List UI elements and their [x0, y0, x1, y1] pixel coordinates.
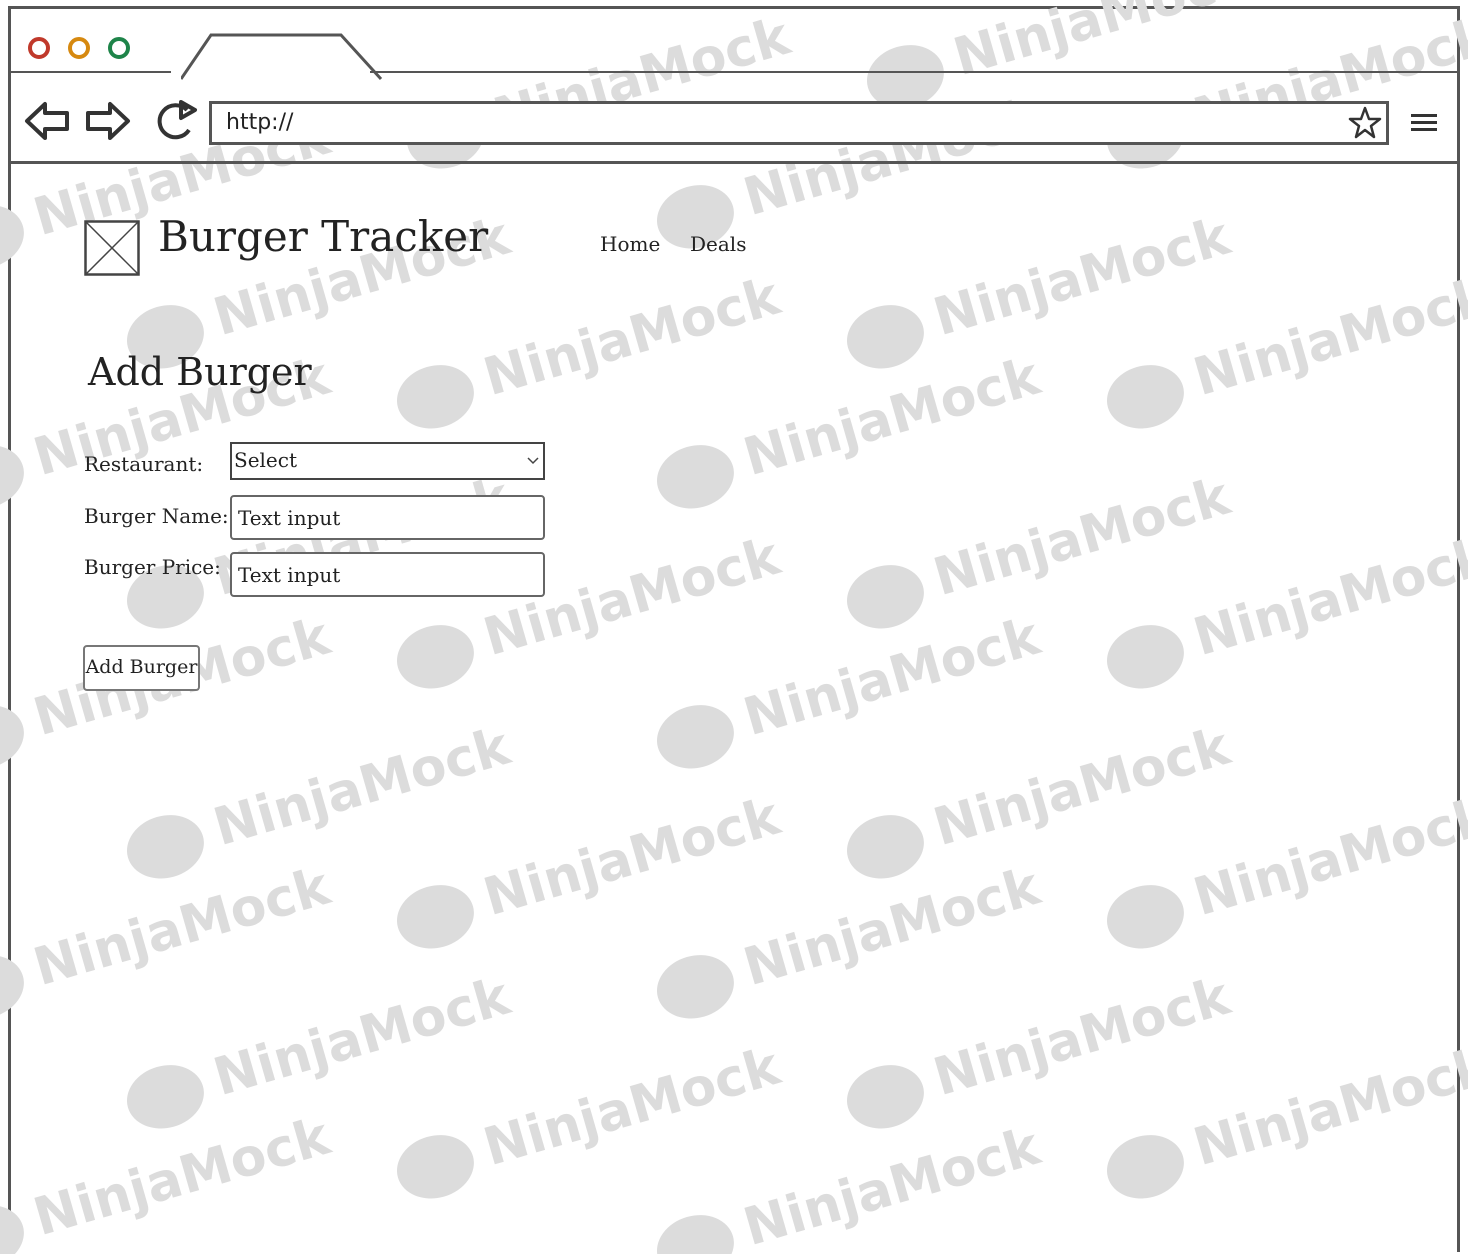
- nav-link-deals[interactable]: Deals: [690, 232, 746, 256]
- restaurant-select-value: Select: [234, 448, 298, 472]
- page-title: Add Burger: [88, 350, 312, 394]
- back-arrow-icon[interactable]: [23, 100, 71, 142]
- reload-icon[interactable]: [151, 98, 201, 146]
- maximize-window-button[interactable]: [108, 37, 130, 59]
- add-burger-button[interactable]: Add Burger: [83, 645, 200, 691]
- hamburger-menu-icon[interactable]: [1411, 112, 1439, 134]
- nav-link-home[interactable]: Home: [600, 232, 660, 256]
- browser-window: [8, 6, 1460, 1252]
- browser-toolbar: http://: [11, 73, 1457, 163]
- address-bar[interactable]: http://: [209, 101, 1389, 145]
- star-icon[interactable]: [1348, 106, 1382, 140]
- restaurant-select[interactable]: Select: [230, 442, 545, 480]
- burger-name-placeholder: Text input: [238, 506, 341, 530]
- restaurant-label: Restaurant:: [84, 452, 204, 476]
- burger-name-input[interactable]: Text input: [230, 495, 545, 540]
- toolbar-divider: [8, 161, 1460, 164]
- title-bar: [11, 9, 1457, 81]
- burger-price-input[interactable]: Text input: [230, 552, 545, 597]
- minimize-window-button[interactable]: [68, 37, 90, 59]
- forward-arrow-icon[interactable]: [84, 100, 132, 142]
- logo-image-placeholder: [84, 220, 140, 276]
- brand-title: Burger Tracker: [158, 212, 489, 261]
- burger-price-label: Burger Price:: [84, 555, 221, 579]
- burger-name-label: Burger Name:: [84, 504, 229, 528]
- chevron-down-icon: [527, 457, 539, 465]
- address-bar-text: http://: [226, 110, 294, 135]
- burger-price-placeholder: Text input: [238, 563, 341, 587]
- close-window-button[interactable]: [28, 37, 50, 59]
